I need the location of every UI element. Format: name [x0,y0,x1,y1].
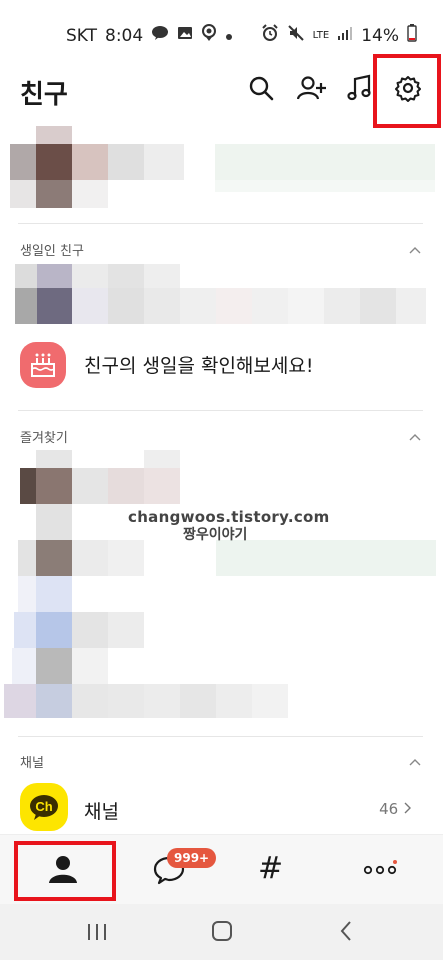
chevron-up-icon [409,247,421,254]
system-nav-bar [0,904,443,960]
collapse-channel-button[interactable] [409,754,421,766]
collapse-favorites-button[interactable] [409,429,421,441]
search-icon [249,76,274,101]
recent-apps-button[interactable] [86,922,108,946]
add-friend-icon [296,76,326,100]
battery-label: 14% [361,25,399,46]
carrier-label: SKT [66,25,98,46]
birthday-check-row[interactable]: 친구의 생일을 확인해보세요! [20,338,425,392]
favorites-section-label: 즐겨찾기 [20,431,68,446]
hashtag-icon: # [258,851,284,886]
settings-highlight-box [373,54,441,128]
location-notification-icon [201,24,217,47]
friends-tab-highlight-box [14,841,116,901]
lte-signal-icon: LTE [312,29,330,41]
channel-logo-text: Ch [35,799,52,814]
back-chevron-icon [340,921,351,941]
time-label: 8:04 [105,25,144,46]
watermark-name: 짱우이야기 [183,527,248,543]
tab-more[interactable] [363,860,397,884]
talk-notification-icon [151,25,169,46]
page-title: 친구 [20,80,68,110]
channel-item-label: 채널 [84,801,119,823]
tab-view[interactable]: # [258,851,283,886]
battery-icon [407,24,417,47]
birthday-check-prompt: 친구의 생일을 확인해보세요! [84,355,314,377]
home-button[interactable] [211,920,233,946]
section-divider [18,736,423,737]
birthday-cake-icon [20,342,66,388]
channel-count-value: 46 [379,800,399,818]
status-left: SKT 8:04 [66,24,233,47]
home-icon [212,921,232,941]
recent-apps-icon [88,924,106,940]
back-button[interactable] [338,920,354,946]
more-dots-icon [363,860,397,875]
channel-logo-icon: Ch [20,783,68,831]
search-button[interactable] [247,74,277,104]
gallery-notification-icon [177,25,193,46]
chevron-up-icon [409,434,421,441]
birthday-section-label: 생일인 친구 [20,244,84,259]
network-type-label: LTE [312,29,330,41]
chevron-up-icon [409,759,421,766]
channel-section-label: 채널 [20,756,44,771]
mute-icon [287,24,305,47]
collapse-birthday-button[interactable] [409,242,421,254]
add-friend-button[interactable] [296,74,327,104]
section-divider [18,410,423,411]
chat-unread-badge: 999+ [167,848,217,868]
music-note-icon [347,74,371,101]
alarm-icon [261,24,279,47]
status-right: LTE 14% [261,24,417,47]
chevron-right-icon [404,802,411,814]
channel-count: 46 [379,800,411,818]
section-divider [18,223,423,224]
more-notifications-dot-icon [225,26,233,46]
signal-bars-icon [337,25,353,46]
